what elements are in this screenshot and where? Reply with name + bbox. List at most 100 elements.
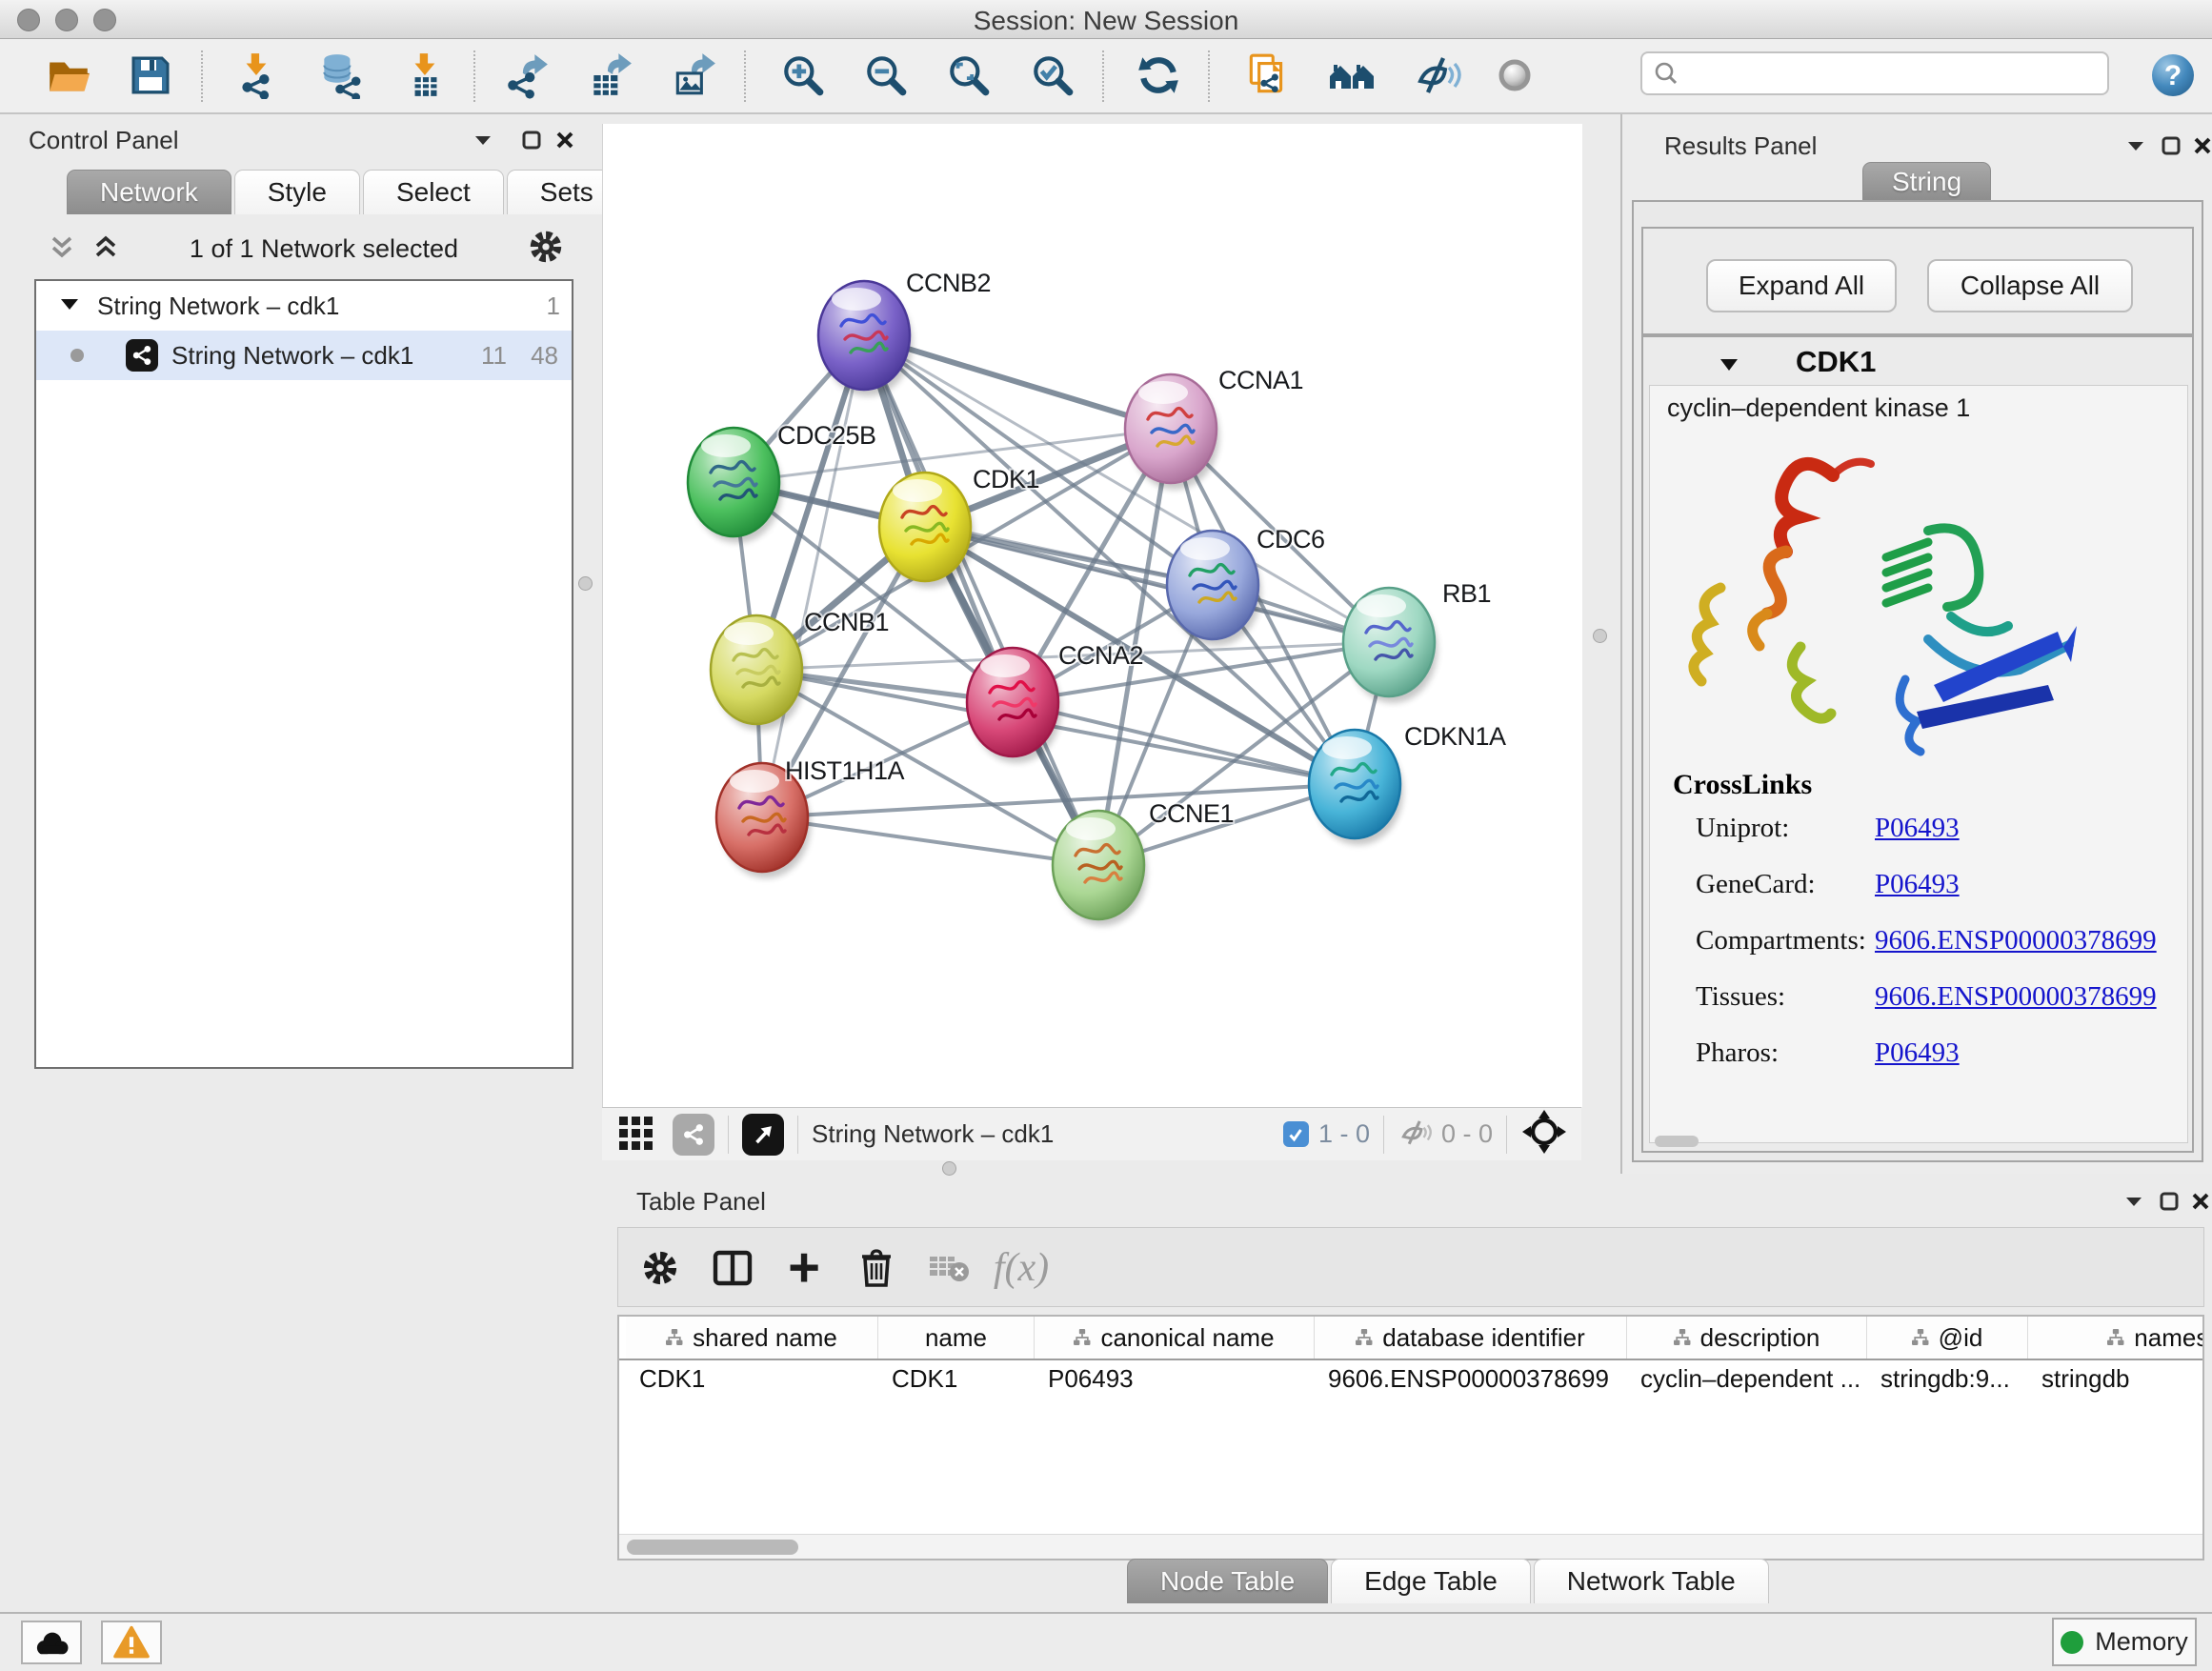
table-cell[interactable]: P06493 (1035, 1359, 1315, 1399)
node-table[interactable]: shared namenamecanonical namedatabase id… (617, 1315, 2204, 1560)
expand-all-button[interactable]: Expand All (1706, 259, 1897, 312)
tab-network-table[interactable]: Network Table (1534, 1559, 1769, 1603)
control-panel-collapse-icon[interactable] (469, 126, 497, 154)
column-header-shared-name[interactable]: shared name (626, 1317, 878, 1359)
warning-status-button[interactable] (101, 1621, 162, 1664)
tab-style[interactable]: Style (234, 170, 360, 214)
show-grid-icon[interactable] (617, 1113, 655, 1156)
network-badge-icon[interactable] (673, 1114, 714, 1156)
help-icon[interactable]: ? (2146, 49, 2200, 102)
import-network-file-icon[interactable] (231, 49, 284, 102)
export-network-icon[interactable] (500, 49, 553, 102)
network-canvas[interactable]: CCNB2CCNA1CDC25BCDK1CDC6RB1CCNB1CCNA2CDK… (602, 124, 1582, 1107)
crosslink-tissues-[interactable]: 9606.ENSP00000378699 (1875, 981, 2157, 1013)
export-table-icon[interactable] (583, 49, 636, 102)
tab-node-table[interactable]: Node Table (1127, 1559, 1328, 1603)
horizontal-scrollbar[interactable] (619, 1534, 2202, 1560)
node-CCNB1[interactable]: CCNB1 (711, 608, 889, 731)
left-splitter-handle[interactable] (578, 576, 593, 591)
collapse-all-button[interactable]: Collapse All (1927, 259, 2133, 312)
duplicate-network-icon[interactable] (1240, 49, 1294, 102)
table-cell[interactable]: stringdb:9... (1867, 1359, 2028, 1399)
table-options-gear-icon[interactable] (633, 1241, 687, 1295)
results-panel-float-icon[interactable] (2157, 131, 2185, 160)
delete-table-icon[interactable] (922, 1241, 975, 1295)
import-table-icon[interactable] (399, 49, 452, 102)
node-CCNE1[interactable]: CCNE1 (1053, 799, 1234, 926)
node-CDK1[interactable]: CDK1 (879, 465, 1039, 588)
collection-expand-caret-icon[interactable] (59, 292, 80, 321)
edge-HIST1H1A-CCNE1[interactable] (762, 817, 1098, 865)
network-row-selected[interactable]: String Network – cdk1 11 48 (36, 331, 572, 380)
table-cell[interactable]: stringdb (2028, 1359, 2204, 1399)
search-input[interactable] (1688, 58, 2096, 90)
collapse-all-networks-icon[interactable] (48, 231, 76, 268)
network-graph[interactable]: CCNB2CCNA1CDC25BCDK1CDC6RB1CCNB1CCNA2CDK… (603, 124, 1582, 1107)
node-CCNB2[interactable]: CCNB2 (818, 269, 991, 396)
tab-edge-table[interactable]: Edge Table (1331, 1559, 1531, 1603)
show-columns-icon[interactable] (706, 1241, 759, 1295)
table-cell[interactable]: cyclin–dependent ... (1627, 1359, 1867, 1399)
function-builder-icon[interactable]: f(x) (995, 1241, 1048, 1295)
crosslink-pharos-[interactable]: P06493 (1875, 1037, 1960, 1069)
network-collection-row[interactable]: String Network – cdk1 1 (36, 281, 572, 331)
zoom-out-icon[interactable] (859, 49, 913, 102)
table-panel-close-icon[interactable] (2186, 1187, 2212, 1216)
results-panel-collapse-icon[interactable] (2122, 131, 2150, 160)
cloud-status-button[interactable] (21, 1621, 82, 1664)
expand-all-networks-icon[interactable] (91, 231, 120, 268)
node-CDKN1A[interactable]: CDKN1A (1309, 722, 1506, 845)
table-cell[interactable]: CDK1 (626, 1359, 878, 1399)
table-panel-float-icon[interactable] (2155, 1187, 2183, 1216)
fit-selected-crosshair-icon[interactable] (1522, 1110, 1566, 1158)
open-session-icon[interactable] (42, 49, 95, 102)
crosslink-genecard-[interactable]: P06493 (1875, 869, 1960, 900)
column-header--id[interactable]: @id (1867, 1317, 2028, 1359)
search-box[interactable] (1640, 51, 2109, 95)
results-panel-close-icon[interactable] (2188, 131, 2212, 160)
refresh-view-icon[interactable] (1132, 49, 1185, 102)
node-CDC6[interactable]: CDC6 (1167, 525, 1325, 646)
scrollbar-thumb[interactable] (1655, 1136, 1699, 1147)
zoom-fit-icon[interactable] (942, 49, 995, 102)
column-header-description[interactable]: description (1627, 1317, 1867, 1359)
column-header-name[interactable]: name (878, 1317, 1035, 1359)
import-network-database-icon[interactable] (313, 49, 367, 102)
table-cell[interactable]: CDK1 (878, 1359, 1035, 1399)
network-options-gear-icon[interactable] (528, 229, 564, 270)
tab-network[interactable]: Network (67, 170, 231, 214)
network-view-title: String Network – cdk1 (812, 1119, 1054, 1149)
node-CDC25B[interactable]: CDC25B (688, 421, 876, 543)
tab-select[interactable]: Select (363, 170, 504, 214)
home-icon[interactable] (1325, 49, 1378, 102)
birds-eye-view-icon[interactable] (742, 1114, 784, 1156)
node-HIST1H1A[interactable]: HIST1H1A (716, 756, 905, 878)
table-cell[interactable]: 9606.ENSP00000378699 (1315, 1359, 1627, 1399)
gene-collapse-caret-icon[interactable] (1718, 352, 1740, 380)
control-panel-float-icon[interactable] (517, 126, 546, 154)
column-header-canonical-name[interactable]: canonical name (1035, 1317, 1315, 1359)
edge-CCNB2-HIST1H1A[interactable] (762, 335, 864, 817)
delete-column-icon[interactable] (850, 1241, 903, 1295)
column-header-database-identifier[interactable]: database identifier (1315, 1317, 1627, 1359)
crosslink-uniprot-[interactable]: P06493 (1875, 813, 1960, 844)
hidden-eye-slash-icon[interactable] (1398, 1116, 1434, 1153)
export-image-icon[interactable] (667, 49, 720, 102)
show-preview-icon[interactable] (1488, 49, 1541, 102)
control-panel-close-icon[interactable] (551, 126, 579, 154)
memory-button[interactable]: Memory (2052, 1618, 2197, 1666)
column-header-namespace[interactable]: namespace (2028, 1317, 2204, 1359)
tab-string[interactable]: String (1862, 162, 1991, 201)
scrollbar-thumb[interactable] (627, 1540, 798, 1555)
node-RB1[interactable]: RB1 (1343, 579, 1491, 703)
zoom-selected-icon[interactable] (1026, 49, 1079, 102)
edge-CCNB2-CCNE1[interactable] (864, 335, 1098, 865)
zoom-in-icon[interactable] (776, 49, 830, 102)
add-column-icon[interactable]: + (777, 1241, 831, 1295)
selected-checkbox-icon[interactable] (1283, 1121, 1309, 1147)
right-splitter-handle[interactable] (1593, 629, 1607, 643)
save-session-icon[interactable] (124, 49, 177, 102)
table-panel-collapse-icon[interactable] (2120, 1187, 2148, 1216)
hide-graphics-details-icon[interactable] (1411, 49, 1464, 102)
crosslink-compartments-[interactable]: 9606.ENSP00000378699 (1875, 925, 2157, 956)
